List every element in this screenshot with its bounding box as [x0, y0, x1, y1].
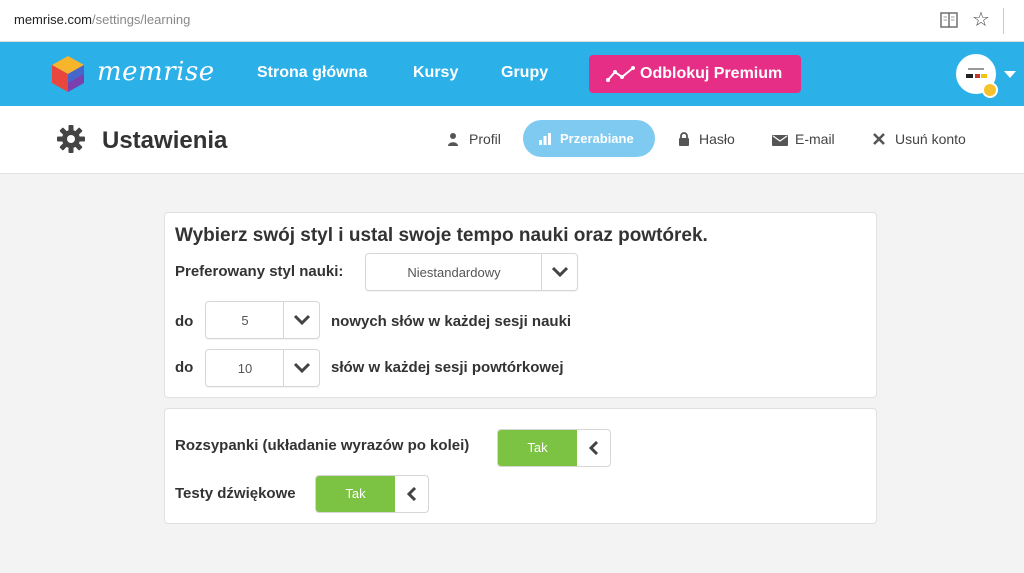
bar-chart-icon: [538, 132, 552, 146]
chevron-down-icon: [541, 254, 577, 290]
new-words-value: 5: [241, 313, 249, 328]
chevron-down-icon: [283, 350, 319, 386]
tab-delete-account[interactable]: Usuń konto: [866, 120, 976, 157]
pencil-badge-icon: [982, 82, 998, 98]
premium-label: Odblokuj Premium: [640, 65, 783, 82]
tab-profile-label: Profil: [469, 131, 501, 147]
new-words-prefix: do: [175, 313, 194, 330]
trend-line-icon: [606, 65, 636, 83]
chevron-down-icon[interactable]: [1004, 71, 1016, 78]
new-words-select[interactable]: 5: [205, 301, 320, 339]
tab-email-label: E-mail: [795, 131, 835, 147]
reader-view-icon[interactable]: [938, 9, 960, 31]
audio-tests-toggle-value: Tak: [316, 476, 395, 512]
gear-icon: [56, 124, 86, 154]
tab-learning-label: Przerabiane: [560, 131, 634, 146]
chevron-left-icon: [395, 476, 428, 512]
review-words-prefix: do: [175, 359, 194, 376]
url-field[interactable]: memrise.com/settings/learning: [14, 12, 190, 27]
toolbar-divider: [1003, 8, 1004, 34]
chevron-down-icon: [283, 302, 319, 338]
scramble-toggle-value: Tak: [498, 430, 577, 466]
star-icon[interactable]: ☆: [970, 9, 992, 31]
memrise-logo-icon[interactable]: [50, 54, 86, 94]
new-words-suffix: nowych słów w każdej sesji nauki: [331, 313, 572, 330]
review-words-value: 10: [237, 361, 253, 376]
settings-header: Ustawienia Profil Przerabiane Hasło E-ma…: [0, 106, 1024, 174]
style-label: Preferowany styl nauki:: [175, 263, 344, 280]
review-words-suffix: słów w każdej sesji powtórkowej: [331, 359, 564, 376]
url-path: /settings/learning: [92, 12, 191, 27]
tab-password-label: Hasło: [699, 131, 735, 147]
logo-wordmark[interactable]: memrise: [97, 57, 215, 87]
scramble-toggle[interactable]: Tak: [497, 429, 611, 467]
chevron-left-icon: [577, 430, 610, 466]
unlock-premium-button[interactable]: Odblokuj Premium: [589, 55, 801, 93]
scramble-label: Rozsypanki (układanie wyrazów po kolei): [175, 437, 470, 454]
browser-address-bar: memrise.com/settings/learning ☆: [0, 0, 1024, 42]
audio-tests-label: Testy dźwiękowe: [175, 485, 296, 502]
test-options-card: Rozsypanki (układanie wyrazów po kolei) …: [164, 408, 877, 524]
learning-style-select[interactable]: Niestandardowy: [365, 253, 578, 291]
review-words-select[interactable]: 10: [205, 349, 320, 387]
learning-style-value: Niestandardowy: [407, 265, 501, 280]
url-domain: memrise.com: [14, 12, 93, 27]
page-title: Ustawienia: [102, 127, 228, 154]
close-icon: [872, 132, 886, 146]
tab-profile[interactable]: Profil: [440, 120, 510, 157]
audio-tests-toggle[interactable]: Tak: [315, 475, 429, 513]
learning-heading: Wybierz swój styl i ustal swoje tempo na…: [175, 225, 708, 246]
tab-email[interactable]: E-mail: [766, 120, 846, 157]
tab-password[interactable]: Hasło: [672, 120, 742, 157]
nav-groups-link[interactable]: Grupy: [501, 64, 548, 82]
tab-delete-label: Usuń konto: [895, 131, 966, 147]
user-icon: [446, 132, 460, 146]
top-navigation: memrise Strona główna Kursy Grupy Odblok…: [0, 42, 1024, 106]
learning-pace-card: Wybierz swój styl i ustal swoje tempo na…: [164, 212, 877, 398]
envelope-icon: [772, 133, 788, 146]
nav-courses-link[interactable]: Kursy: [413, 64, 458, 82]
nav-home-link[interactable]: Strona główna: [257, 64, 367, 82]
lock-icon: [677, 132, 691, 146]
tab-learning[interactable]: Przerabiane: [523, 120, 655, 157]
